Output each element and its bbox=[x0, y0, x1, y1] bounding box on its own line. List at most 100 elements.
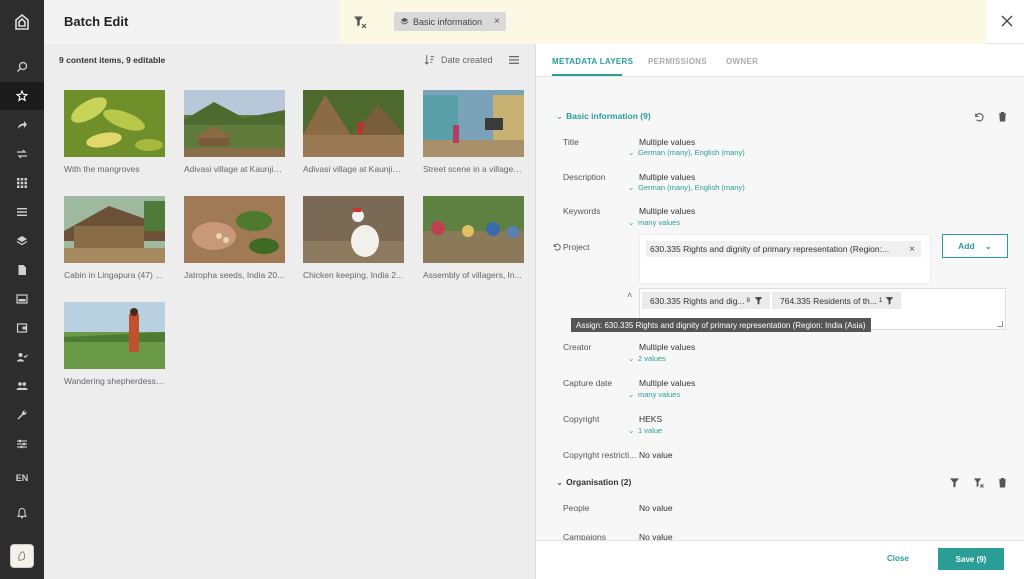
page-title: Batch Edit bbox=[64, 14, 129, 29]
gallery-item[interactable]: Wandering shepherdess,... bbox=[64, 302, 165, 386]
image-icon[interactable] bbox=[0, 285, 44, 313]
project-token[interactable]: 630.335 Rights and dignity of primary re… bbox=[646, 241, 921, 257]
save-button[interactable]: Save (9) bbox=[938, 548, 1004, 570]
gallery-item[interactable]: With the mangroves bbox=[64, 90, 165, 174]
capture-date-value[interactable]: Multiple values bbox=[639, 378, 695, 388]
sort-label: Date created bbox=[441, 54, 493, 65]
description-languages-text: German (many), English (many) bbox=[638, 183, 745, 192]
list-icon[interactable] bbox=[0, 198, 44, 226]
title-languages[interactable]: ⌄ German (many), English (many) bbox=[628, 148, 745, 157]
search-icon[interactable] bbox=[0, 53, 44, 81]
section-organisation[interactable]: ⌄ Organisation (2) bbox=[556, 477, 631, 488]
capture-date-count-text: many values bbox=[638, 390, 681, 399]
share-icon[interactable] bbox=[0, 111, 44, 139]
thumbnail-image bbox=[64, 90, 165, 157]
avatar[interactable] bbox=[10, 544, 34, 568]
users-icon[interactable] bbox=[0, 372, 44, 400]
assign-tooltip: Assign: 630.335 Rights and dignity of pr… bbox=[571, 318, 871, 332]
chevron-down-icon: ⌄ bbox=[984, 240, 992, 251]
filter-chip-basic-information[interactable]: Basic information × bbox=[394, 12, 506, 31]
filter-icon[interactable] bbox=[754, 296, 763, 305]
suggestion-chip[interactable]: 764.335 Residents of th... 1 bbox=[772, 292, 901, 309]
grid-icon[interactable] bbox=[0, 169, 44, 197]
project-input[interactable]: 630.335 Rights and dignity of primary re… bbox=[639, 234, 931, 284]
suggestion-label: 630.335 Rights and dig... bbox=[650, 295, 745, 306]
people-value[interactable]: No value bbox=[639, 503, 673, 513]
gallery-item[interactable]: Street scene in a village, India bbox=[423, 90, 524, 174]
language-switch[interactable]: EN bbox=[0, 473, 44, 483]
gallery-item[interactable]: Assembly of villagers, In... bbox=[423, 196, 524, 280]
chevron-down-icon: ⌄ bbox=[628, 390, 635, 399]
copyright-count[interactable]: ⌄ 1 value bbox=[628, 426, 662, 435]
tab-metadata-layers[interactable]: METADATA LAYERS bbox=[552, 57, 633, 66]
close-button[interactable]: Close bbox=[887, 554, 909, 563]
thumbnail-image bbox=[303, 90, 404, 157]
description-languages[interactable]: ⌄ German (many), English (many) bbox=[628, 183, 745, 192]
gallery-item[interactable]: Adivasi village at Kaunjikuppam bbox=[303, 90, 404, 174]
bell-icon[interactable] bbox=[0, 499, 44, 527]
sliders-icon[interactable] bbox=[0, 430, 44, 458]
chevron-up-icon[interactable]: ˄ bbox=[627, 290, 632, 300]
close-icon[interactable] bbox=[1000, 14, 1014, 28]
chevron-down-icon: ⌄ bbox=[628, 148, 635, 157]
clear-filter-icon[interactable] bbox=[973, 477, 984, 488]
copyright-count-text: 1 value bbox=[638, 426, 663, 435]
tab-bar: METADATA LAYERS PERMISSIONS OWNER bbox=[536, 44, 1024, 77]
star-icon[interactable] bbox=[0, 82, 44, 110]
close-icon[interactable]: × bbox=[494, 16, 500, 27]
suggestion-count: 1 bbox=[878, 297, 883, 304]
user-check-icon[interactable] bbox=[0, 343, 44, 371]
clear-filter-icon[interactable] bbox=[353, 15, 367, 29]
content-gallery: 9 content items, 9 editable Date created… bbox=[44, 44, 535, 579]
thumbnail-image bbox=[64, 302, 165, 369]
description-value[interactable]: Multiple values bbox=[639, 172, 695, 182]
creator-value[interactable]: Multiple values bbox=[639, 342, 695, 352]
thumbnail-image bbox=[423, 90, 524, 157]
capture-date-count[interactable]: ⌄ many values bbox=[628, 390, 680, 399]
copyright-restriction-value[interactable]: No value bbox=[639, 450, 673, 460]
gallery-caption: With the mangroves bbox=[64, 164, 140, 174]
resize-handle[interactable] bbox=[997, 321, 1003, 327]
chevron-down-icon: ⌄ bbox=[556, 477, 564, 487]
gallery-item[interactable]: Cabin in Lingapura (47) ... bbox=[64, 196, 165, 280]
chevron-down-icon: ⌄ bbox=[628, 218, 635, 227]
copyright-label: Copyright bbox=[563, 414, 600, 424]
tab-permissions[interactable]: PERMISSIONS bbox=[648, 57, 707, 66]
section-title: Basic information (9) bbox=[566, 111, 651, 121]
thumbnail-image bbox=[303, 196, 404, 263]
wrench-icon[interactable] bbox=[0, 401, 44, 429]
gallery-caption: Assembly of villagers, In... bbox=[423, 270, 522, 280]
view-list-icon[interactable] bbox=[508, 54, 520, 66]
undo-icon[interactable] bbox=[552, 242, 561, 251]
keywords-count[interactable]: ⌄ many values bbox=[628, 218, 680, 227]
document-icon[interactable] bbox=[0, 256, 44, 284]
trash-icon[interactable] bbox=[997, 111, 1008, 122]
close-icon[interactable]: × bbox=[909, 244, 915, 255]
tab-owner[interactable]: OWNER bbox=[726, 57, 758, 66]
title-languages-text: German (many), English (many) bbox=[638, 148, 745, 157]
layers-icon bbox=[400, 17, 409, 25]
suggestion-chip[interactable]: 630.335 Rights and dig... 8 bbox=[642, 292, 770, 309]
gallery-item[interactable]: Jatropha seeds, India 20... bbox=[184, 196, 285, 280]
keywords-value[interactable]: Multiple values bbox=[639, 206, 695, 216]
wallet-icon[interactable] bbox=[0, 314, 44, 342]
transfer-icon[interactable] bbox=[0, 140, 44, 168]
suggestion-label: 764.335 Residents of th... bbox=[780, 295, 877, 306]
filter-icon[interactable] bbox=[949, 477, 960, 488]
logo-icon[interactable] bbox=[0, 6, 44, 38]
trash-icon[interactable] bbox=[997, 477, 1008, 488]
creator-label: Creator bbox=[563, 342, 592, 352]
sort-icon bbox=[424, 54, 435, 65]
section-basic-information[interactable]: ⌄ Basic information (9) bbox=[556, 111, 651, 122]
layers-icon[interactable] bbox=[0, 227, 44, 255]
chevron-down-icon: ⌄ bbox=[628, 426, 635, 435]
sort-control[interactable]: Date created bbox=[424, 54, 493, 65]
add-button[interactable]: Add ⌄ bbox=[942, 234, 1008, 258]
filter-icon[interactable] bbox=[885, 296, 894, 305]
title-value[interactable]: Multiple values bbox=[639, 137, 695, 147]
undo-icon[interactable] bbox=[973, 111, 984, 122]
copyright-value[interactable]: HEKS bbox=[639, 414, 662, 424]
gallery-item[interactable]: Chicken keeping, India 2... bbox=[303, 196, 404, 280]
gallery-item[interactable]: Adivasi village at Kaunjikuppam bbox=[184, 90, 285, 174]
creator-count[interactable]: ⌄ 2 values bbox=[628, 354, 666, 363]
